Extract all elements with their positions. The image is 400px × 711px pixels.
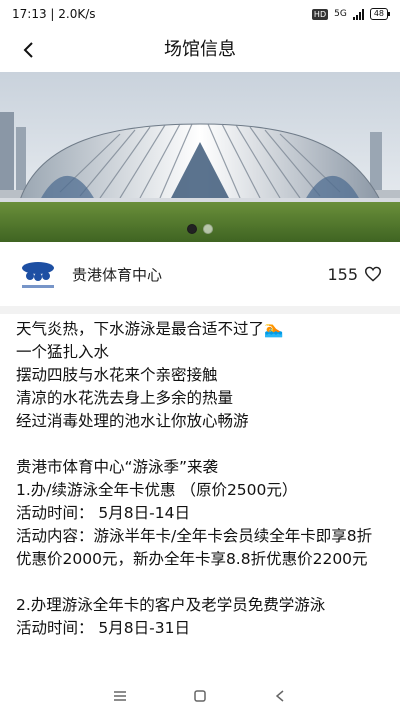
page-title: 场馆信息	[164, 39, 236, 60]
venue-logo	[18, 254, 58, 294]
home-button[interactable]	[190, 686, 210, 706]
carousel-dot[interactable]	[187, 224, 197, 234]
signal-icon	[352, 8, 364, 20]
menu-icon	[114, 690, 126, 701]
article-line: 贵港市体育中心“游泳季”来袭	[16, 458, 219, 476]
article-line: 天气炎热，下水游泳是最合适不过了🏊	[16, 320, 284, 338]
like-count: 155	[327, 264, 358, 284]
home-square-icon	[194, 689, 206, 702]
section-divider	[0, 306, 400, 314]
carousel-dot[interactable]	[203, 224, 213, 234]
banner-carousel[interactable]	[0, 72, 400, 242]
article-line: 经过消毒处理的池水让你放心畅游	[16, 412, 249, 430]
battery-icon: 48	[369, 8, 391, 20]
carousel-indicator	[0, 224, 400, 234]
article-line: 活动时间： 5月8日-31日	[16, 619, 190, 637]
heart-icon	[364, 266, 382, 282]
article-line: 2.办理游泳全年卡的客户及老学员免费学游泳	[16, 596, 326, 614]
article-line: 一个猛扎入水	[16, 343, 110, 361]
stadium-image	[0, 72, 400, 242]
venue-name: 贵港体育中心	[72, 265, 163, 284]
chevron-left-icon	[23, 42, 33, 58]
status-icons: HD 5G 48	[311, 8, 391, 20]
nav-bar: 场馆信息	[0, 28, 400, 72]
network-label: 5G	[334, 9, 347, 19]
article-line: 1.办/续游泳全年卡优惠 （原价2500元）	[16, 481, 298, 499]
status-time: 17:13 | 2.0K/s	[12, 7, 96, 21]
back-button[interactable]	[14, 34, 42, 66]
article-line: 活动内容：游泳半年卡/全年卡会员续全年卡即享8折优惠价2000元，新办全年卡享8…	[16, 527, 373, 568]
system-back-button[interactable]	[270, 686, 290, 706]
like-button[interactable]: 155	[327, 265, 382, 284]
article-line: 清凉的水花洗去身上多余的热量	[16, 389, 234, 407]
article-body: 天气炎热，下水游泳是最合适不过了🏊 一个猛扎入水 摆动四肢与水花来个亲密接触 清…	[0, 318, 400, 672]
venue-header: 贵港体育中心 155	[0, 246, 400, 302]
status-bar: 17:13 | 2.0K/s HD 5G 48	[0, 0, 400, 28]
article-line: 摆动四肢与水花来个亲密接触	[16, 366, 218, 384]
article-line: 活动时间： 5月8日-14日	[16, 504, 190, 522]
system-nav-bar	[0, 680, 400, 711]
back-triangle-icon	[276, 689, 284, 702]
hd-icon: HD	[311, 8, 329, 20]
menu-button[interactable]	[110, 686, 130, 706]
